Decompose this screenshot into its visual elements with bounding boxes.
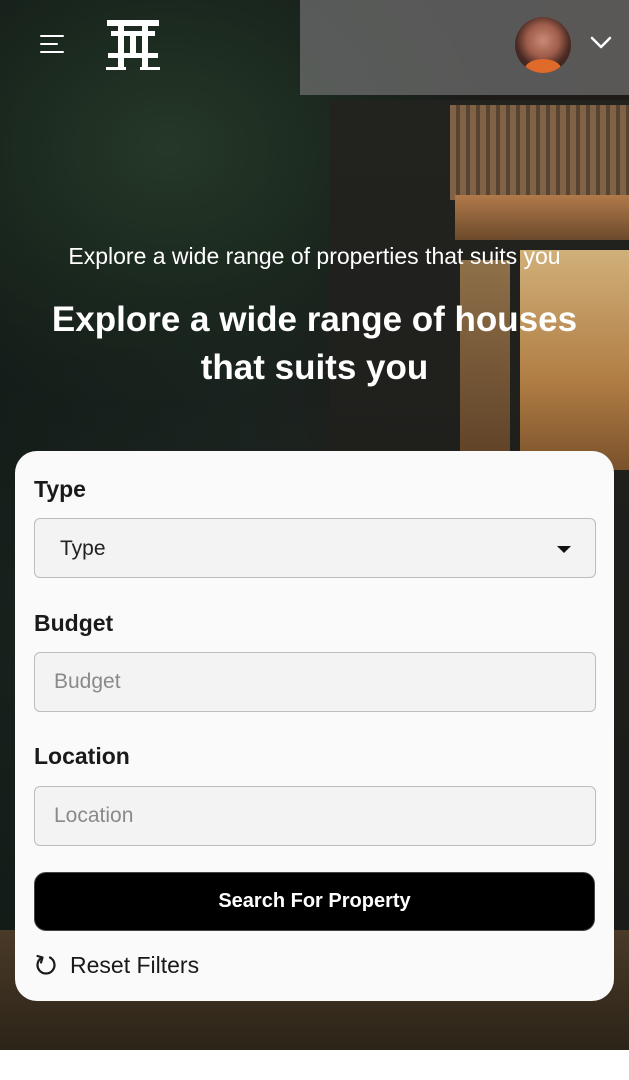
menu-line	[40, 35, 64, 37]
hero-eave	[455, 195, 629, 240]
caret-down-icon	[557, 546, 571, 553]
avatar-shirt	[525, 59, 561, 73]
budget-field-wrapper	[34, 652, 596, 712]
user-avatar[interactable]	[515, 17, 571, 73]
location-input[interactable]	[35, 787, 595, 845]
menu-line	[40, 43, 58, 45]
location-field-wrapper	[34, 786, 596, 846]
hero-headline-line2: that suits you	[200, 348, 429, 387]
hero-headline: Explore a wide range of houses that suit…	[20, 296, 609, 392]
refresh-icon	[36, 954, 56, 975]
search-card: Type Type Budget Location Search For Pro…	[15, 451, 614, 1001]
hero-subtitle: Explore a wide range of properties that …	[68, 243, 561, 269]
search-property-button[interactable]: Search For Property	[34, 872, 595, 931]
location-label: Location	[34, 743, 130, 769]
reset-filters-button[interactable]: Reset Filters	[34, 949, 199, 981]
type-select[interactable]: Type	[34, 518, 596, 578]
hero-wood-slats	[450, 105, 629, 200]
type-select-value: Type	[60, 537, 106, 560]
hero-headline-line1: Explore a wide range of houses	[51, 300, 578, 339]
top-bar	[0, 0, 629, 92]
hamburger-menu-icon[interactable]	[40, 34, 66, 54]
reset-filters-label: Reset Filters	[70, 951, 200, 978]
budget-input[interactable]	[35, 653, 595, 711]
budget-label: Budget	[34, 610, 114, 636]
chevron-down-icon[interactable]	[590, 35, 612, 51]
menu-line	[40, 51, 64, 53]
torii-gate-logo-icon[interactable]	[106, 17, 160, 71]
type-label: Type	[34, 476, 86, 502]
